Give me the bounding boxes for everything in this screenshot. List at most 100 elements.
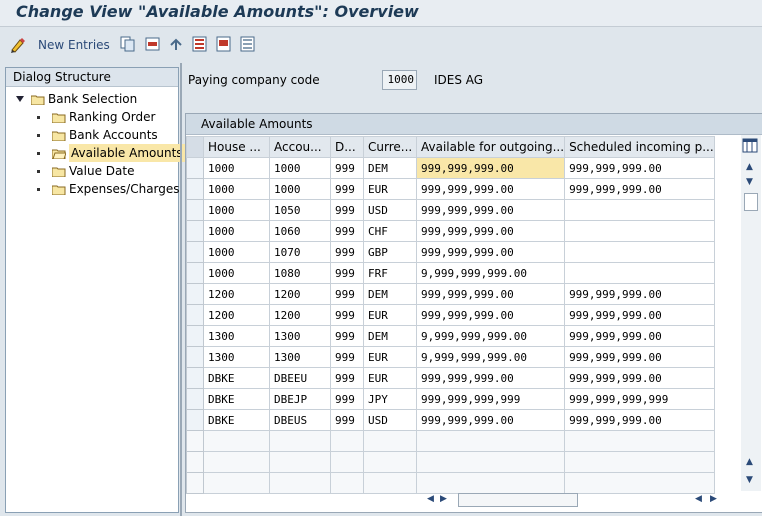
tree-item-expenses-charges[interactable]: Expenses/Charges <box>37 180 180 198</box>
scroll-down-icon[interactable]: ▼ <box>746 177 753 187</box>
account-id-cell[interactable]: 1000 <box>269 178 331 200</box>
expand-triangle-icon[interactable] <box>16 96 24 102</box>
scroll-right-end-icon[interactable]: ▶ <box>710 494 717 504</box>
empty-cell[interactable] <box>415 451 566 473</box>
column-header-account-id[interactable]: Accou... <box>269 136 331 158</box>
house-bank-cell[interactable]: 1200 <box>203 283 270 305</box>
scheduled-incoming-cell[interactable]: 999,999,999.00 <box>564 283 715 305</box>
currency-cell[interactable]: EUR <box>363 367 417 389</box>
scroll-thumb[interactable] <box>744 193 758 211</box>
house-bank-cell[interactable]: 1300 <box>203 346 270 368</box>
tree-item-bank-accounts[interactable]: Bank Accounts <box>37 126 158 144</box>
currency-cell[interactable]: DEM <box>363 157 417 179</box>
undo-icon[interactable] <box>168 36 184 52</box>
house-bank-cell[interactable]: DBKE <box>203 409 270 431</box>
days-cell[interactable]: 999 <box>330 262 364 284</box>
house-bank-cell[interactable]: 1300 <box>203 325 270 347</box>
house-bank-cell[interactable]: 1000 <box>203 178 270 200</box>
available-outgoing-cell[interactable]: 999,999,999.00 <box>415 367 566 389</box>
empty-cell[interactable] <box>203 472 270 494</box>
scheduled-incoming-cell[interactable]: 999,999,999.00 <box>564 157 715 179</box>
house-bank-cell[interactable]: 1000 <box>203 199 270 221</box>
days-cell[interactable]: 999 <box>330 304 364 326</box>
tree-item-available-amounts[interactable]: Available Amounts <box>37 144 185 162</box>
paying-company-code-field[interactable]: 1000 <box>382 70 417 90</box>
tree-item-value-date[interactable]: Value Date <box>37 162 134 180</box>
scheduled-incoming-cell[interactable]: 999,999,999.00 <box>564 304 715 326</box>
empty-cell[interactable] <box>330 430 364 452</box>
days-cell[interactable]: 999 <box>330 283 364 305</box>
available-outgoing-cell[interactable]: 999,999,999.00 <box>415 157 566 179</box>
scroll-left-icon[interactable]: ◀ <box>427 494 434 504</box>
currency-cell[interactable]: CHF <box>363 220 417 242</box>
horizontal-scrollbar[interactable]: ◀ ▶ ◀ ▶ <box>420 492 760 508</box>
available-outgoing-cell[interactable]: 999,999,999.00 <box>415 199 566 221</box>
scheduled-incoming-cell[interactable] <box>564 220 715 242</box>
copy-icon[interactable] <box>120 36 136 52</box>
house-bank-cell[interactable]: 1000 <box>203 157 270 179</box>
days-cell[interactable]: 999 <box>330 241 364 263</box>
column-header-currency[interactable]: Curre... <box>363 136 417 158</box>
days-cell[interactable]: 999 <box>330 178 364 200</box>
scroll-up-icon[interactable]: ▲ <box>746 162 753 172</box>
currency-cell[interactable]: EUR <box>363 304 417 326</box>
scroll-right-icon[interactable]: ▶ <box>440 494 447 504</box>
available-outgoing-cell[interactable]: 999,999,999.00 <box>415 220 566 242</box>
empty-cell[interactable] <box>330 451 364 473</box>
deselect-all-icon[interactable] <box>240 36 256 52</box>
empty-cell[interactable] <box>415 430 566 452</box>
house-bank-cell[interactable]: 1000 <box>203 262 270 284</box>
row-selector[interactable] <box>186 325 204 347</box>
empty-cell[interactable] <box>564 451 715 473</box>
house-bank-cell[interactable]: DBKE <box>203 367 270 389</box>
tree-item-ranking-order[interactable]: Ranking Order <box>37 108 155 126</box>
scheduled-incoming-cell[interactable]: 999,999,999.00 <box>564 178 715 200</box>
empty-cell[interactable] <box>203 430 270 452</box>
scheduled-incoming-cell[interactable]: 999,999,999.00 <box>564 367 715 389</box>
row-selector[interactable] <box>186 283 204 305</box>
scheduled-incoming-cell[interactable]: 999,999,999.00 <box>564 346 715 368</box>
scheduled-incoming-cell[interactable] <box>564 262 715 284</box>
row-selector[interactable] <box>186 157 204 179</box>
account-id-cell[interactable]: 1050 <box>269 199 331 221</box>
row-selector[interactable] <box>186 430 204 452</box>
pane-splitter[interactable] <box>180 63 182 516</box>
currency-cell[interactable]: DEM <box>363 283 417 305</box>
days-cell[interactable]: 999 <box>330 367 364 389</box>
days-cell[interactable]: 999 <box>330 346 364 368</box>
empty-cell[interactable] <box>363 451 417 473</box>
house-bank-cell[interactable]: DBKE <box>203 388 270 410</box>
account-id-cell[interactable]: 1060 <box>269 220 331 242</box>
empty-cell[interactable] <box>564 472 715 494</box>
currency-cell[interactable]: GBP <box>363 241 417 263</box>
select-all-cell[interactable] <box>186 136 204 158</box>
account-id-cell[interactable]: 1300 <box>269 346 331 368</box>
days-cell[interactable]: 999 <box>330 220 364 242</box>
available-outgoing-cell[interactable]: 9,999,999,999.00 <box>415 262 566 284</box>
delete-icon[interactable] <box>145 36 161 52</box>
currency-cell[interactable]: DEM <box>363 325 417 347</box>
account-id-cell[interactable]: 1000 <box>269 157 331 179</box>
select-all-icon[interactable] <box>192 36 208 52</box>
house-bank-cell[interactable]: 1200 <box>203 304 270 326</box>
account-id-cell[interactable]: 1300 <box>269 325 331 347</box>
scheduled-incoming-cell[interactable]: 999,999,999.00 <box>564 409 715 431</box>
house-bank-cell[interactable]: 1000 <box>203 241 270 263</box>
days-cell[interactable]: 999 <box>330 388 364 410</box>
empty-cell[interactable] <box>269 472 331 494</box>
account-id-cell[interactable]: DBEEU <box>269 367 331 389</box>
account-id-cell[interactable]: 1080 <box>269 262 331 284</box>
scheduled-incoming-cell[interactable]: 999,999,999,999 <box>564 388 715 410</box>
account-id-cell[interactable]: DBEUS <box>269 409 331 431</box>
available-outgoing-cell[interactable]: 9,999,999,999.00 <box>415 325 566 347</box>
row-selector[interactable] <box>186 409 204 431</box>
empty-cell[interactable] <box>269 430 331 452</box>
account-id-cell[interactable]: 1200 <box>269 304 331 326</box>
currency-cell[interactable]: USD <box>363 409 417 431</box>
empty-cell[interactable] <box>564 430 715 452</box>
empty-cell[interactable] <box>203 451 270 473</box>
scroll-down-bottom-icon[interactable]: ▼ <box>746 475 753 485</box>
currency-cell[interactable]: JPY <box>363 388 417 410</box>
column-header-scheduled-incoming[interactable]: Scheduled incoming p... <box>564 136 715 158</box>
available-outgoing-cell[interactable]: 999,999,999.00 <box>415 409 566 431</box>
